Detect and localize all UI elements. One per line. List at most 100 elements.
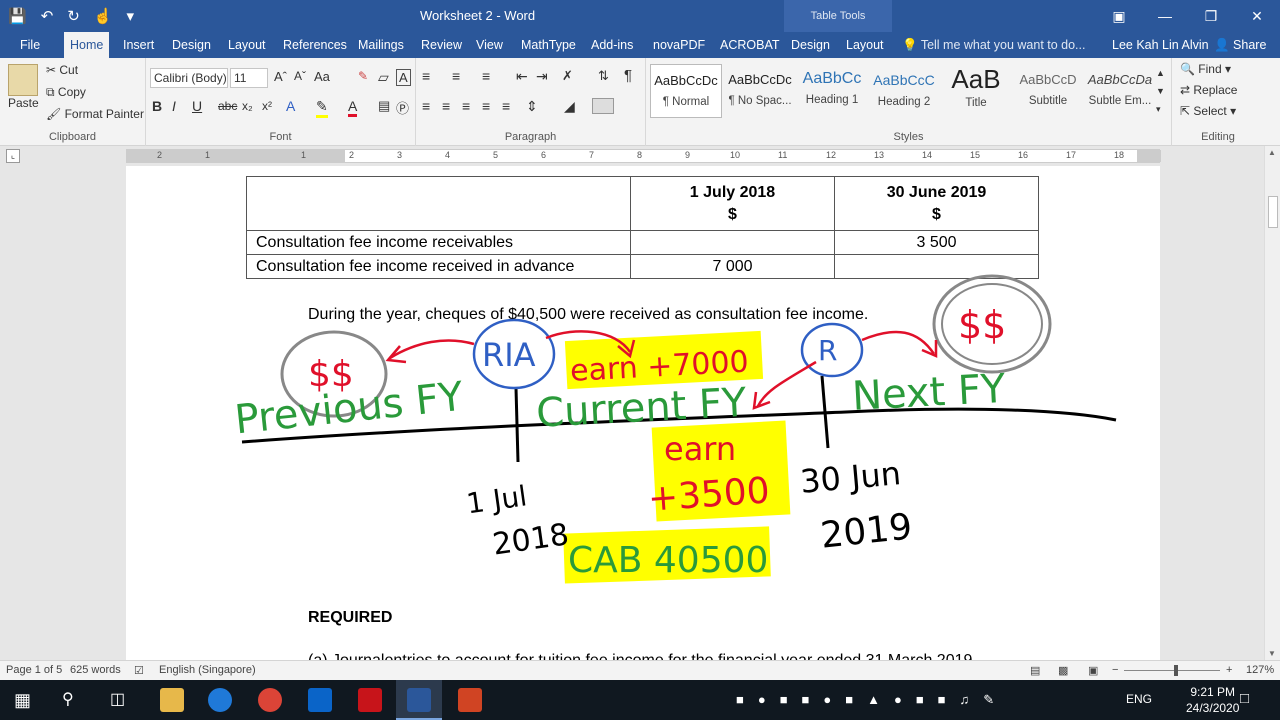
search-icon[interactable]: ⚲	[62, 689, 74, 709]
copy-button[interactable]: ⧉ Copy	[46, 85, 86, 100]
style-no-spacing[interactable]: AaBbCcDc ¶ No Spac...	[724, 64, 796, 118]
undo-icon[interactable]: ↶	[41, 7, 54, 25]
task-view-icon[interactable]: ◫	[110, 689, 125, 709]
scroll-down-icon[interactable]: ▼	[1268, 649, 1276, 658]
styles-scroll-down-icon[interactable]: ▼	[1156, 86, 1165, 96]
style-normal[interactable]: AaBbCcDc ¶ Normal	[650, 64, 722, 118]
style-title[interactable]: AaB Title	[940, 64, 1012, 118]
increase-indent-icon[interactable]: ⇥	[536, 68, 548, 85]
file-explorer-icon[interactable]	[160, 688, 184, 712]
character-scale-icon[interactable]: ▤	[378, 98, 390, 114]
paste-button[interactable]: Paste	[8, 96, 39, 110]
style-subtitle[interactable]: AaBbCcD Subtitle	[1012, 64, 1084, 118]
horizontal-ruler[interactable]: ⌞ 2 1 1 2 3 4 5 6 7 8 9 10 11 12 13 14 1…	[0, 146, 1280, 166]
web-layout-icon[interactable]: ▣	[1088, 664, 1098, 677]
borders-icon[interactable]	[592, 98, 614, 114]
subscript-button[interactable]: x₂	[242, 99, 253, 113]
tab-add-ins[interactable]: Add-ins	[585, 32, 639, 58]
start-icon[interactable]: ▦	[14, 690, 31, 711]
tab-table-layout[interactable]: Layout	[840, 32, 890, 58]
outlook-icon[interactable]	[308, 688, 332, 712]
chrome-icon[interactable]	[258, 688, 282, 712]
acrobat-icon[interactable]	[358, 688, 382, 712]
tab-mailings[interactable]: Mailings	[352, 32, 410, 58]
align-left-icon[interactable]: ≡	[422, 98, 430, 114]
tab-selector-icon[interactable]: ⌞	[6, 149, 20, 163]
justify-icon[interactable]: ≡	[482, 98, 490, 114]
replace-button[interactable]: ⇄ Replace	[1180, 83, 1237, 97]
italic-button[interactable]: I	[172, 98, 176, 114]
word-taskbar-button[interactable]	[396, 680, 442, 720]
font-size-select[interactable]: 11	[230, 68, 268, 88]
style-heading-2[interactable]: AaBbCcC Heading 2	[868, 64, 940, 118]
system-clock[interactable]: 9:21 PM 24/3/2020	[1186, 684, 1239, 716]
grow-font-icon[interactable]: Aˆ	[274, 69, 287, 84]
tab-references[interactable]: References	[277, 32, 353, 58]
styles-more-icon[interactable]: ▾	[1156, 104, 1161, 115]
tab-layout[interactable]: Layout	[222, 32, 272, 58]
action-center-icon[interactable]: □	[1240, 690, 1249, 707]
tab-design[interactable]: Design	[166, 32, 217, 58]
touch-mode-icon[interactable]: ☝	[94, 7, 113, 25]
bullets-icon[interactable]: ≡	[422, 68, 430, 84]
powerpoint-icon[interactable]	[458, 688, 482, 712]
shading-icon[interactable]: ◢	[564, 98, 575, 115]
character-shading-icon[interactable]: ▱	[378, 69, 389, 86]
paste-icon[interactable]	[8, 64, 38, 96]
strikethrough-button[interactable]: abc	[218, 99, 237, 113]
style-heading-1[interactable]: AaBbCc Heading 1	[796, 64, 868, 118]
underline-button[interactable]: U	[192, 98, 202, 114]
format-painter-button[interactable]: 🖌 Format Painter	[46, 107, 144, 121]
scrollbar-thumb[interactable]	[1268, 196, 1278, 228]
tab-file[interactable]: File	[14, 32, 46, 58]
character-border-icon[interactable]: A	[396, 69, 411, 86]
distributed-icon[interactable]: ≡	[502, 98, 510, 114]
enclose-character-icon[interactable]: Ⓟ	[396, 98, 409, 117]
print-layout-icon[interactable]: ▩	[1058, 664, 1068, 677]
multilevel-list-icon[interactable]: ≡	[482, 68, 490, 84]
zoom-out-icon[interactable]: −	[1112, 664, 1118, 676]
user-name[interactable]: Lee Kah Lin Alvin	[1112, 32, 1209, 58]
find-button[interactable]: 🔍 Find ▾	[1180, 62, 1231, 76]
tab-mathtype[interactable]: MathType	[515, 32, 582, 58]
save-icon[interactable]: 💾	[8, 7, 27, 25]
select-button[interactable]: ⇱ Select ▾	[1180, 104, 1236, 118]
vertical-scrollbar[interactable]: ▲ ▼	[1264, 146, 1280, 660]
scroll-up-icon[interactable]: ▲	[1268, 148, 1276, 157]
customize-qat-icon[interactable]: ▾	[127, 7, 135, 25]
minimize-button[interactable]: —	[1142, 0, 1188, 32]
font-color-icon[interactable]: A	[348, 98, 358, 117]
ribbon-display-icon[interactable]: ▣	[1096, 0, 1142, 32]
cut-button[interactable]: ✂ Cut	[46, 63, 78, 77]
proofing-icon[interactable]: ☑	[134, 664, 144, 677]
decrease-indent-icon[interactable]: ⇤	[516, 68, 528, 85]
change-case-icon[interactable]: Aa	[314, 69, 330, 84]
language-indicator[interactable]: English (Singapore)	[159, 664, 256, 676]
tab-acrobat[interactable]: ACROBAT	[714, 32, 786, 58]
bold-button[interactable]: B	[152, 98, 162, 114]
line-spacing-icon[interactable]: ⇕	[526, 98, 538, 115]
chinese-layout-icon[interactable]: ✗	[562, 68, 573, 84]
zoom-level[interactable]: 127%	[1246, 664, 1274, 676]
align-center-icon[interactable]: ≡	[442, 98, 450, 114]
tab-novapdf[interactable]: novaPDF	[647, 32, 711, 58]
zoom-slider[interactable]	[1124, 670, 1220, 671]
input-language[interactable]: ENG	[1126, 692, 1152, 706]
style-subtle-emphasis[interactable]: AaBbCcDa Subtle Em...	[1084, 64, 1156, 118]
close-button[interactable]: ✕	[1234, 0, 1280, 32]
clear-formatting-icon[interactable]: ✎	[358, 69, 368, 83]
redo-icon[interactable]: ↻	[67, 7, 80, 25]
tab-home[interactable]: Home	[64, 32, 110, 58]
word-count[interactable]: 625 words	[70, 664, 121, 676]
zoom-in-icon[interactable]: +	[1226, 664, 1232, 676]
tab-insert[interactable]: Insert	[117, 32, 160, 58]
numbering-icon[interactable]: ≡	[452, 68, 460, 84]
tab-table-design[interactable]: Design	[785, 32, 836, 58]
superscript-button[interactable]: x²	[262, 99, 272, 113]
highlight-icon[interactable]: ✎	[316, 98, 328, 118]
tray-icons[interactable]: ■●■■●■▲●■■♫✎	[736, 692, 1008, 708]
tab-view[interactable]: View	[470, 32, 509, 58]
page-count[interactable]: Page 1 of 5	[6, 664, 62, 676]
internet-explorer-icon[interactable]	[208, 688, 232, 712]
styles-scroll-up-icon[interactable]: ▲	[1156, 68, 1165, 78]
